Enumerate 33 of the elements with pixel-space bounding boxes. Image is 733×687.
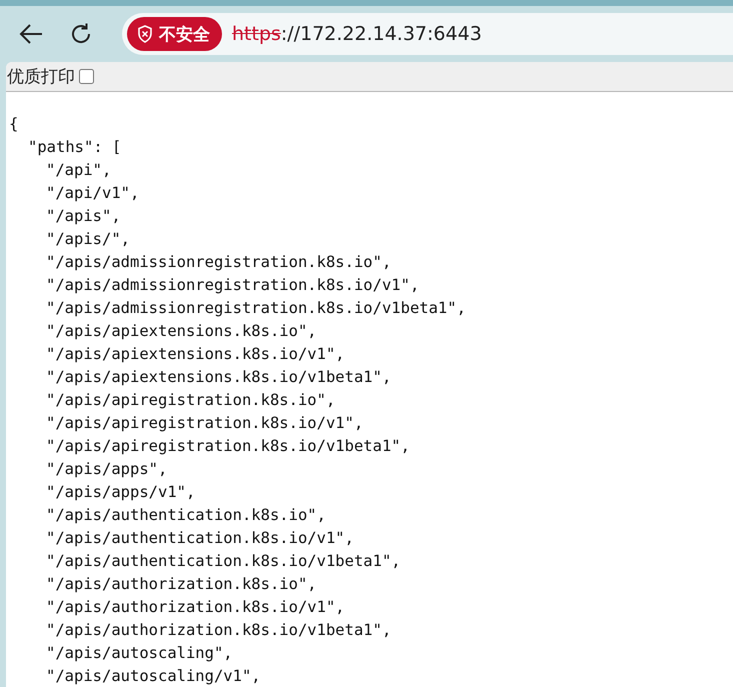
shield-icon xyxy=(137,25,153,43)
json-line: "paths": [ xyxy=(28,138,122,156)
json-line: "/apis/apiextensions.k8s.io/v1", xyxy=(46,345,345,363)
json-line: "/apis/autoscaling/v1", xyxy=(46,667,261,685)
json-line: "/apis/authorization.k8s.io/v1beta1", xyxy=(46,621,392,639)
json-line: "/apis/admissionregistration.k8s.io", xyxy=(46,253,392,271)
json-line: "/apis/apps", xyxy=(46,460,168,478)
json-line: "/apis", xyxy=(46,207,121,225)
json-line: "/apis/authentication.k8s.io", xyxy=(46,506,326,524)
json-line: "/apis/autoscaling", xyxy=(46,644,233,662)
print-checkbox[interactable] xyxy=(79,69,94,84)
json-line: "/apis/admissionregistration.k8s.io/v1", xyxy=(46,276,420,294)
json-line: "/apis/apiextensions.k8s.io", xyxy=(46,322,317,340)
print-option-label: 优质打印 xyxy=(7,66,75,88)
json-line: "/apis/authentication.k8s.io/v1", xyxy=(46,529,354,547)
json-line: "/api/v1", xyxy=(46,184,140,202)
json-line: "/apis/apiregistration.k8s.io", xyxy=(46,391,336,409)
json-line: "/apis/apiregistration.k8s.io/v1", xyxy=(46,414,364,432)
json-line: "/apis/apps/v1", xyxy=(46,483,196,501)
json-line: "/apis/apiextensions.k8s.io/v1beta1", xyxy=(46,368,392,386)
json-line: "/apis/apiregistration.k8s.io/v1beta1", xyxy=(46,437,410,455)
back-arrow-icon xyxy=(18,23,44,45)
not-secure-badge[interactable]: 不安全 xyxy=(127,17,222,51)
json-line: "/apis/authentication.k8s.io/v1beta1", xyxy=(46,552,401,570)
json-line: "/apis/admissionregistration.k8s.io/v1beta1", xyxy=(46,299,466,317)
json-line: { xyxy=(9,115,18,133)
json-line: "/apis/authorization.k8s.io", xyxy=(46,575,317,593)
json-line: "/apis/", xyxy=(46,230,130,248)
url-text: https://172.22.14.37:6443 xyxy=(232,23,482,45)
reload-icon xyxy=(69,22,93,46)
json-line: "/apis/authorization.k8s.io/v1", xyxy=(46,598,345,616)
address-bar[interactable]: 不安全 https://172.22.14.37:6443 xyxy=(122,13,733,55)
json-line: "/api", xyxy=(46,161,112,179)
